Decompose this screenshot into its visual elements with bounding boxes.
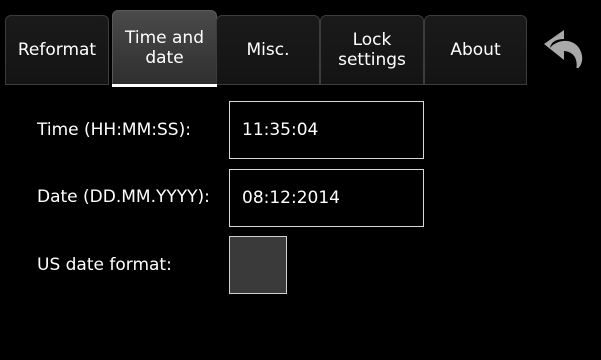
- tab-bar: Reformat Time and date Misc. Lock settin…: [0, 0, 601, 88]
- us-date-format-checkbox[interactable]: [229, 236, 287, 294]
- tab-reformat[interactable]: Reformat: [5, 15, 109, 85]
- tab-label: Lock settings: [338, 30, 406, 70]
- tab-label: About: [450, 40, 501, 60]
- date-input[interactable]: 08:12:2014: [229, 169, 424, 227]
- tab-label: Reformat: [17, 40, 97, 60]
- tab-misc[interactable]: Misc.: [216, 15, 320, 85]
- date-value: 08:12:2014: [242, 188, 340, 208]
- time-label: Time (HH:MM:SS):: [37, 120, 191, 140]
- us-date-format-label: US date format:: [37, 255, 172, 275]
- time-value: 11:35:04: [242, 120, 319, 140]
- tab-lock-settings[interactable]: Lock settings: [320, 15, 424, 85]
- undo-arrow-icon[interactable]: [534, 22, 594, 74]
- time-input[interactable]: 11:35:04: [229, 101, 424, 159]
- tab-time-and-date[interactable]: Time and date: [112, 10, 217, 85]
- tab-about[interactable]: About: [424, 15, 527, 85]
- active-tab-indicator: [112, 84, 217, 87]
- date-label: Date (DD.MM.YYYY):: [37, 187, 210, 207]
- tab-label: Misc.: [246, 40, 290, 60]
- tab-label: Time and date: [125, 27, 204, 68]
